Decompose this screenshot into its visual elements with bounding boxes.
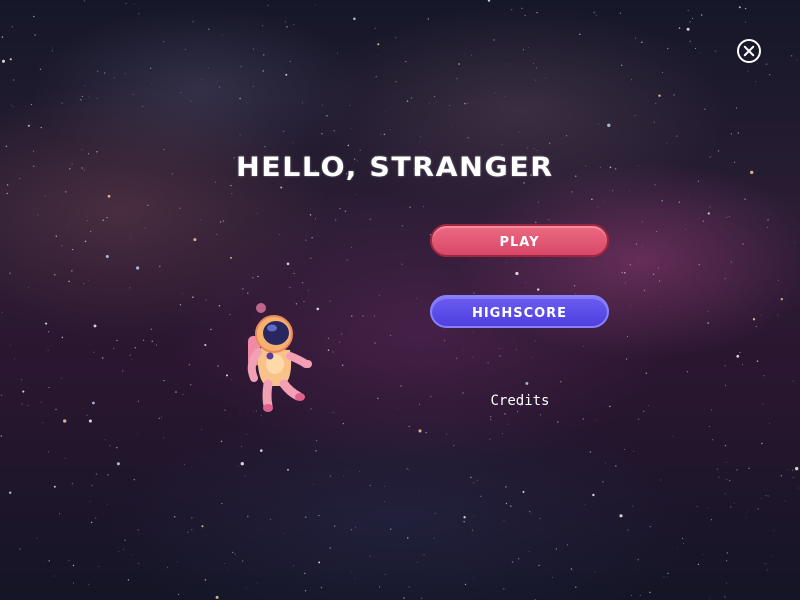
play-button[interactable]: PLAY [430, 224, 609, 257]
highscore-button[interactable]: HIGHSCORE [430, 295, 609, 328]
astronaut-character [247, 303, 312, 412]
game-screen: HELLO, STRANGER PLAY HIGHSCORE Credits [0, 0, 800, 600]
starfield-background [0, 0, 799, 600]
game-title: HELLO, STRANGER [236, 152, 554, 183]
close-icon[interactable] [737, 39, 761, 63]
credits-link[interactable]: Credits [470, 391, 570, 411]
